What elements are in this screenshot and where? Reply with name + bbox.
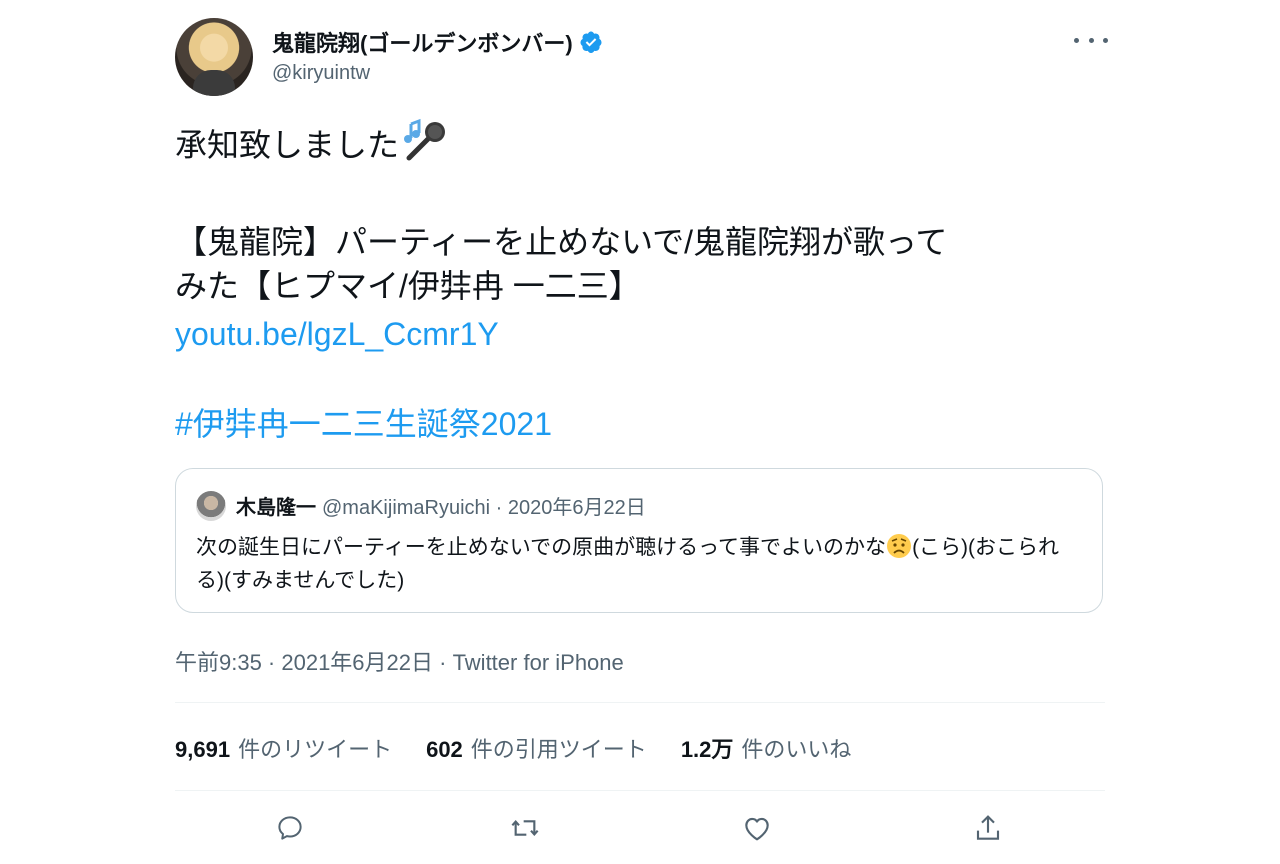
quote-count: 602 <box>426 737 463 762</box>
tweet-text-1: 承知致しました <box>175 127 400 163</box>
reply-button[interactable] <box>272 810 308 846</box>
more-icon[interactable] <box>1074 30 1108 50</box>
divider-bottom <box>175 790 1105 791</box>
tweet-text-line1: 承知致しました <box>175 118 449 169</box>
reply-icon <box>278 816 302 840</box>
like-icon <box>745 817 769 841</box>
author-avatar[interactable] <box>175 18 253 96</box>
retweet-button[interactable] <box>507 810 543 846</box>
like-stat[interactable]: 1.2万 件のいいね <box>681 732 852 764</box>
hashtag-link[interactable]: #伊弉冉一二三生誕祭2021 <box>175 400 552 448</box>
retweet-icon <box>511 819 539 837</box>
quote-stat[interactable]: 602 件の引用ツイート <box>426 732 647 764</box>
quoted-header: 木島隆一 @maKijimaRyuichi · 2020年6月22日 <box>236 491 646 520</box>
like-count: 1.2万 <box>680 737 734 762</box>
quoted-avatar <box>196 491 226 521</box>
worried-face-emoji-icon <box>887 534 912 558</box>
microphone-emoji-icon <box>404 118 446 161</box>
youtube-link[interactable]: youtu.be/lgzL_Ccmr1Y <box>175 310 499 358</box>
share-button[interactable] <box>970 810 1006 846</box>
quoted-text: 次の誕生日にパーティーを止めないでの原曲が聴けるって事でよいのかな (こら)(お… <box>196 531 1086 597</box>
author-handle[interactable]: @kiryuintw <box>272 62 370 85</box>
quoted-tweet[interactable]: 木島隆一 @maKijimaRyuichi · 2020年6月22日 次の誕生日に… <box>175 468 1103 613</box>
author-name-row[interactable]: 鬼龍院翔(ゴールデンボンバー) <box>272 26 603 58</box>
quoted-name: 木島隆一 <box>236 497 316 519</box>
quoted-meta: @maKijimaRyuichi · 2020年6月22日 <box>322 497 646 519</box>
tweet-text-line3: みた【ヒプマイ/伊弉冉 一二三】 <box>175 268 641 304</box>
share-icon <box>976 815 1000 840</box>
quote-label: 件の引用ツイート <box>470 737 647 762</box>
tweet-timestamp[interactable]: 午前9:35 · 2021年6月22日 · Twitter for iPhone <box>175 645 624 677</box>
retweet-stat[interactable]: 9,691 件のリツイート <box>175 732 392 764</box>
like-label: 件のいいね <box>741 737 852 762</box>
divider-top <box>175 702 1105 703</box>
quoted-text-part1: 次の誕生日にパーティーを止めないでの原曲が聴けるって事でよいのかな <box>196 536 887 559</box>
tweet-stats: 9,691 件のリツイート 602 件の引用ツイート 1.2万 件のいいね <box>175 732 885 764</box>
retweet-label: 件のリツイート <box>238 737 393 762</box>
like-button[interactable] <box>739 810 775 846</box>
retweet-count: 9,691 <box>175 737 231 762</box>
verified-icon <box>580 31 602 53</box>
tweet-text-line2: 【鬼龍院】パーティーを止めないで/鬼龍院翔が歌って <box>175 224 948 260</box>
author-name[interactable]: 鬼龍院翔(ゴールデンボンバー) <box>272 26 573 58</box>
